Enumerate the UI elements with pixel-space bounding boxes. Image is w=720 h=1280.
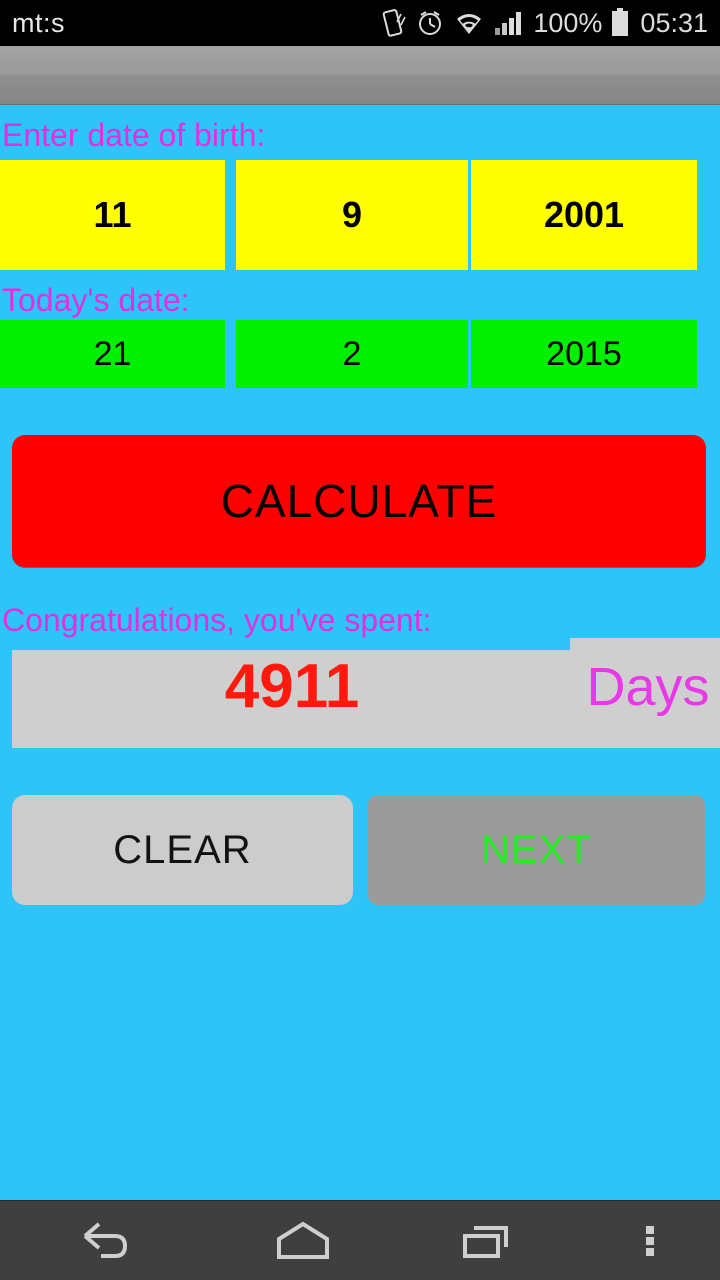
overflow-menu-button[interactable] [580,1201,720,1280]
today-year-input[interactable]: 2015 [471,320,697,388]
dob-month-input[interactable]: 9 [236,160,468,270]
todays-date-label: Today's date: [2,282,190,318]
back-icon [77,1218,133,1264]
date-of-birth-label: Enter date of birth: [2,117,266,153]
navigation-bar [0,1200,720,1280]
vibrate-icon [381,8,407,38]
result-panel: 4911 Days [0,638,720,748]
result-label: Congratulations, you've spent: [2,602,432,638]
home-button[interactable] [210,1201,395,1280]
alarm-clock-icon [416,9,444,37]
dob-day-input[interactable]: 11 [0,160,225,270]
app-content: Enter date of birth: 11 9 2001 Today's d… [0,105,720,1200]
recents-icon [460,1219,516,1263]
today-day-input[interactable]: 21 [0,320,225,388]
back-button[interactable] [0,1201,210,1280]
status-bar-clock: 05:31 [640,7,708,38]
status-bar: mt:s 100% 05:31 [0,0,720,46]
overflow-menu-icon [644,1219,656,1263]
date-of-birth-row: 11 9 2001 [0,160,720,270]
result-value: 4911 [224,652,360,721]
signal-bars-icon [494,10,524,36]
todays-date-row: 21 2 2015 [0,320,720,388]
today-month-input[interactable]: 2 [236,320,468,388]
next-button[interactable]: NEXT [368,795,705,905]
home-icon [274,1219,332,1263]
status-bar-icons: 100% 05:31 [381,8,708,39]
battery-percent-label: 100% [533,7,603,38]
dob-year-input[interactable]: 2001 [471,160,697,270]
calculate-button[interactable]: CALCULATE [12,435,706,567]
result-unit-label: Days [586,657,710,717]
battery-icon [611,8,629,38]
clear-button[interactable]: CLEAR [12,795,353,905]
recents-button[interactable] [395,1201,580,1280]
app-action-bar [0,46,720,105]
wifi-icon [453,10,485,36]
phone-screen: mt:s 100% 05:31 Enter date of birth: 11 … [0,0,720,1280]
status-bar-label: mt:s [12,7,65,38]
